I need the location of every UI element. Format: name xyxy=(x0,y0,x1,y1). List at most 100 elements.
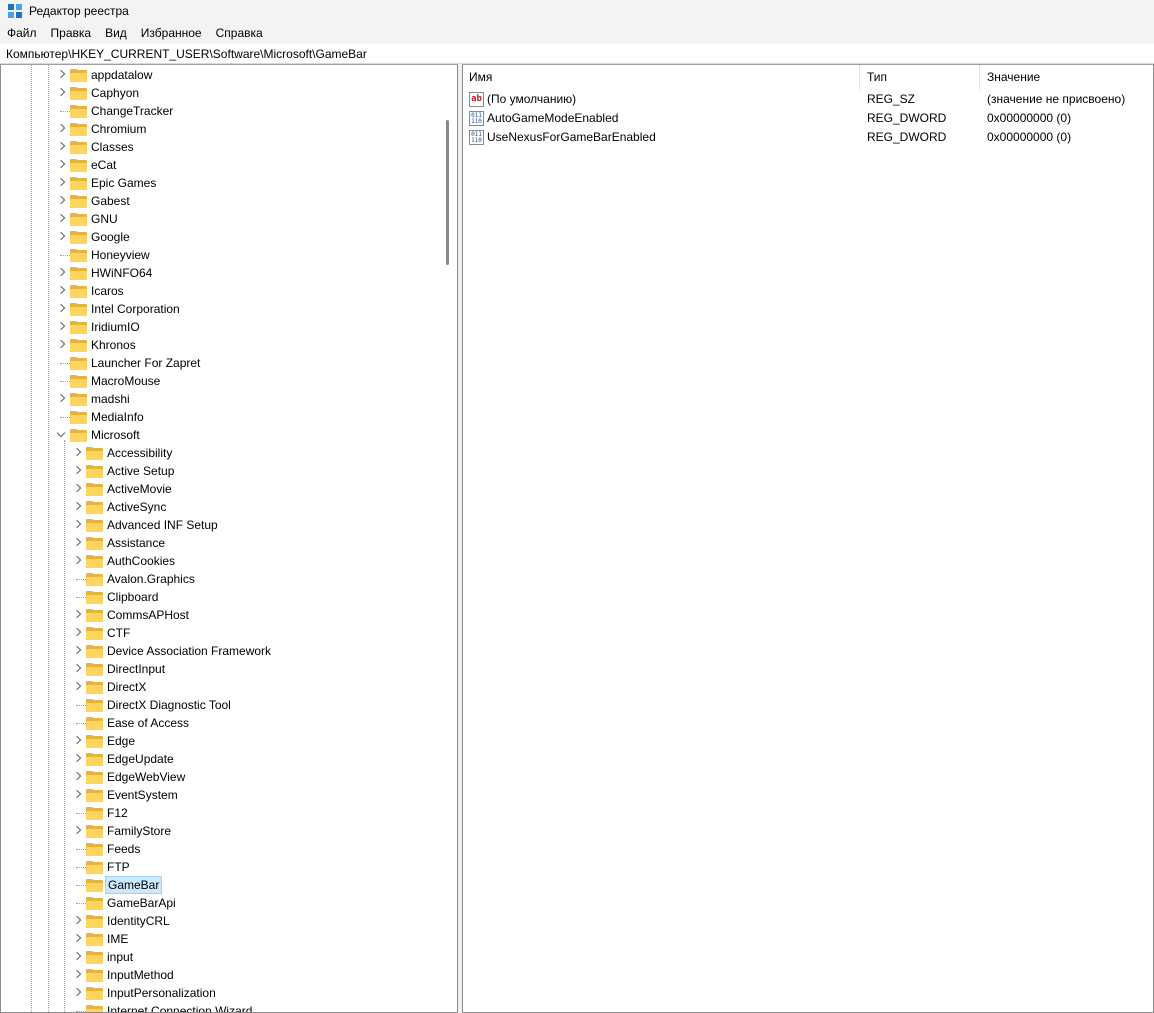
tree-item-inputpersonalization[interactable]: InputPersonalization xyxy=(1,984,441,1002)
tree-item-f12[interactable]: F12 xyxy=(1,804,441,822)
tree-item-label[interactable]: Internet Connection Wizard xyxy=(105,1002,254,1012)
tree-item-label[interactable]: IdentityCRL xyxy=(105,912,172,930)
chevron-right-icon[interactable] xyxy=(72,534,82,552)
tree-item-label[interactable]: Classes xyxy=(89,138,136,156)
tree-item-directx[interactable]: DirectX xyxy=(1,678,441,696)
tree-item-honeyview[interactable]: Honeyview xyxy=(1,246,441,264)
tree-item-launcher-for-zapret[interactable]: Launcher For Zapret xyxy=(1,354,441,372)
tree-item-label[interactable]: Caphyon xyxy=(89,84,141,102)
tree-item-label[interactable]: IME xyxy=(105,930,130,948)
chevron-right-icon[interactable] xyxy=(72,642,82,660)
chevron-right-icon[interactable] xyxy=(56,228,66,246)
chevron-right-icon[interactable] xyxy=(56,174,66,192)
chevron-right-icon[interactable] xyxy=(72,660,82,678)
chevron-right-icon[interactable] xyxy=(72,786,82,804)
tree-item-label[interactable]: EventSystem xyxy=(105,786,180,804)
chevron-right-icon[interactable] xyxy=(72,750,82,768)
chevron-right-icon[interactable] xyxy=(72,516,82,534)
chevron-right-icon[interactable] xyxy=(72,498,82,516)
tree-item-label[interactable]: Avalon.Graphics xyxy=(105,570,197,588)
chevron-right-icon[interactable] xyxy=(72,966,82,984)
tree-item-label[interactable]: Google xyxy=(89,228,132,246)
chevron-right-icon[interactable] xyxy=(56,84,66,102)
tree-item-label[interactable]: DirectInput xyxy=(105,660,167,678)
tree-item-appdatalow[interactable]: appdatalow xyxy=(1,66,441,84)
column-separator[interactable] xyxy=(859,65,860,90)
tree-item-chromium[interactable]: Chromium xyxy=(1,120,441,138)
chevron-right-icon[interactable] xyxy=(56,282,66,300)
tree-item-feeds[interactable]: Feeds xyxy=(1,840,441,858)
tree-item-label[interactable]: ActiveMovie xyxy=(105,480,174,498)
tree-item-madshi[interactable]: madshi xyxy=(1,390,441,408)
tree-item-epic-games[interactable]: Epic Games xyxy=(1,174,441,192)
tree-item-eventsystem[interactable]: EventSystem xyxy=(1,786,441,804)
chevron-right-icon[interactable] xyxy=(56,210,66,228)
chevron-right-icon[interactable] xyxy=(72,912,82,930)
tree-item-caphyon[interactable]: Caphyon xyxy=(1,84,441,102)
chevron-right-icon[interactable] xyxy=(56,66,66,84)
chevron-right-icon[interactable] xyxy=(56,120,66,138)
tree-item-label[interactable]: Feeds xyxy=(105,840,142,858)
chevron-right-icon[interactable] xyxy=(72,984,82,1002)
chevron-right-icon[interactable] xyxy=(72,948,82,966)
tree-item-label[interactable]: IridiumIO xyxy=(89,318,142,336)
tree-item-label[interactable]: Edge xyxy=(105,732,137,750)
tree-item-label[interactable]: Launcher For Zapret xyxy=(89,354,202,372)
tree-item-label[interactable]: Icaros xyxy=(89,282,126,300)
chevron-right-icon[interactable] xyxy=(56,138,66,156)
tree-item-label[interactable]: AuthCookies xyxy=(105,552,177,570)
tree-item-internet-connection-wizard[interactable]: Internet Connection Wizard xyxy=(1,1002,441,1012)
tree-item-google[interactable]: Google xyxy=(1,228,441,246)
value-row[interactable]: ab (По умолчанию) REG_SZ (значение не присв… xyxy=(463,90,1153,109)
tree-item-label[interactable]: Clipboard xyxy=(105,588,160,606)
tree-item-label[interactable]: Honeyview xyxy=(89,246,152,264)
chevron-right-icon[interactable] xyxy=(56,300,66,318)
chevron-right-icon[interactable] xyxy=(56,336,66,354)
tree-item-inputmethod[interactable]: InputMethod xyxy=(1,966,441,984)
tree-item-label[interactable]: Ease of Access xyxy=(105,714,191,732)
chevron-right-icon[interactable] xyxy=(56,192,66,210)
tree-item-label[interactable]: input xyxy=(105,948,135,966)
tree-item-label[interactable]: EdgeWebView xyxy=(105,768,187,786)
tree-item-label[interactable]: GameBarApi xyxy=(105,894,178,912)
tree-item-directx-diagnostic-tool[interactable]: DirectX Diagnostic Tool xyxy=(1,696,441,714)
chevron-right-icon[interactable] xyxy=(56,264,66,282)
tree-item-label[interactable]: EdgeUpdate xyxy=(105,750,176,768)
tree-item-changetracker[interactable]: ChangeTracker xyxy=(1,102,441,120)
tree-item-label[interactable]: F12 xyxy=(105,804,130,822)
column-separator[interactable] xyxy=(979,65,980,90)
chevron-right-icon[interactable] xyxy=(72,930,82,948)
tree-item-ease-of-access[interactable]: Ease of Access xyxy=(1,714,441,732)
chevron-right-icon[interactable] xyxy=(56,156,66,174)
address-path[interactable]: Компьютер\HKEY_CURRENT_USER\Software\Mic… xyxy=(6,47,367,61)
tree-item-khronos[interactable]: Khronos xyxy=(1,336,441,354)
chevron-right-icon[interactable] xyxy=(72,444,82,462)
tree-item-gabest[interactable]: Gabest xyxy=(1,192,441,210)
chevron-right-icon[interactable] xyxy=(56,318,66,336)
values-list-pane[interactable]: Имя Тип Значение ab (По умолчанию) REG_SZ (… xyxy=(462,64,1154,1013)
tree-item-label[interactable]: DirectX Diagnostic Tool xyxy=(105,696,233,714)
tree-item-clipboard[interactable]: Clipboard xyxy=(1,588,441,606)
chevron-right-icon[interactable] xyxy=(72,624,82,642)
value-row[interactable]: 011 110 UseNexusForGameBarEnabled REG_DWOR… xyxy=(463,128,1153,147)
tree-item-mediainfo[interactable]: MediaInfo xyxy=(1,408,441,426)
tree-item-label[interactable]: Gabest xyxy=(89,192,132,210)
tree-item-label[interactable]: MediaInfo xyxy=(89,408,146,426)
tree-item-intel-corporation[interactable]: Intel Corporation xyxy=(1,300,441,318)
menu-file[interactable]: Файл xyxy=(7,24,37,42)
chevron-right-icon[interactable] xyxy=(72,606,82,624)
tree-item-device-association-framework[interactable]: Device Association Framework xyxy=(1,642,441,660)
menu-help[interactable]: Справка xyxy=(216,24,263,42)
tree-item-label[interactable]: Intel Corporation xyxy=(89,300,182,318)
tree-item-accessibility[interactable]: Accessibility xyxy=(1,444,441,462)
tree-item-ctf[interactable]: CTF xyxy=(1,624,441,642)
tree-item-microsoft[interactable]: Microsoft xyxy=(1,426,441,444)
tree-item-label[interactable]: DirectX xyxy=(105,678,148,696)
tree-scrollbar-thumb[interactable] xyxy=(446,120,449,265)
chevron-right-icon[interactable] xyxy=(72,822,82,840)
tree-item-label[interactable]: Active Setup xyxy=(105,462,176,480)
chevron-down-icon[interactable] xyxy=(56,426,66,444)
address-bar[interactable]: Компьютер\HKEY_CURRENT_USER\Software\Mic… xyxy=(0,44,1154,64)
tree-item-label[interactable]: MacroMouse xyxy=(89,372,162,390)
tree-item-active-setup[interactable]: Active Setup xyxy=(1,462,441,480)
